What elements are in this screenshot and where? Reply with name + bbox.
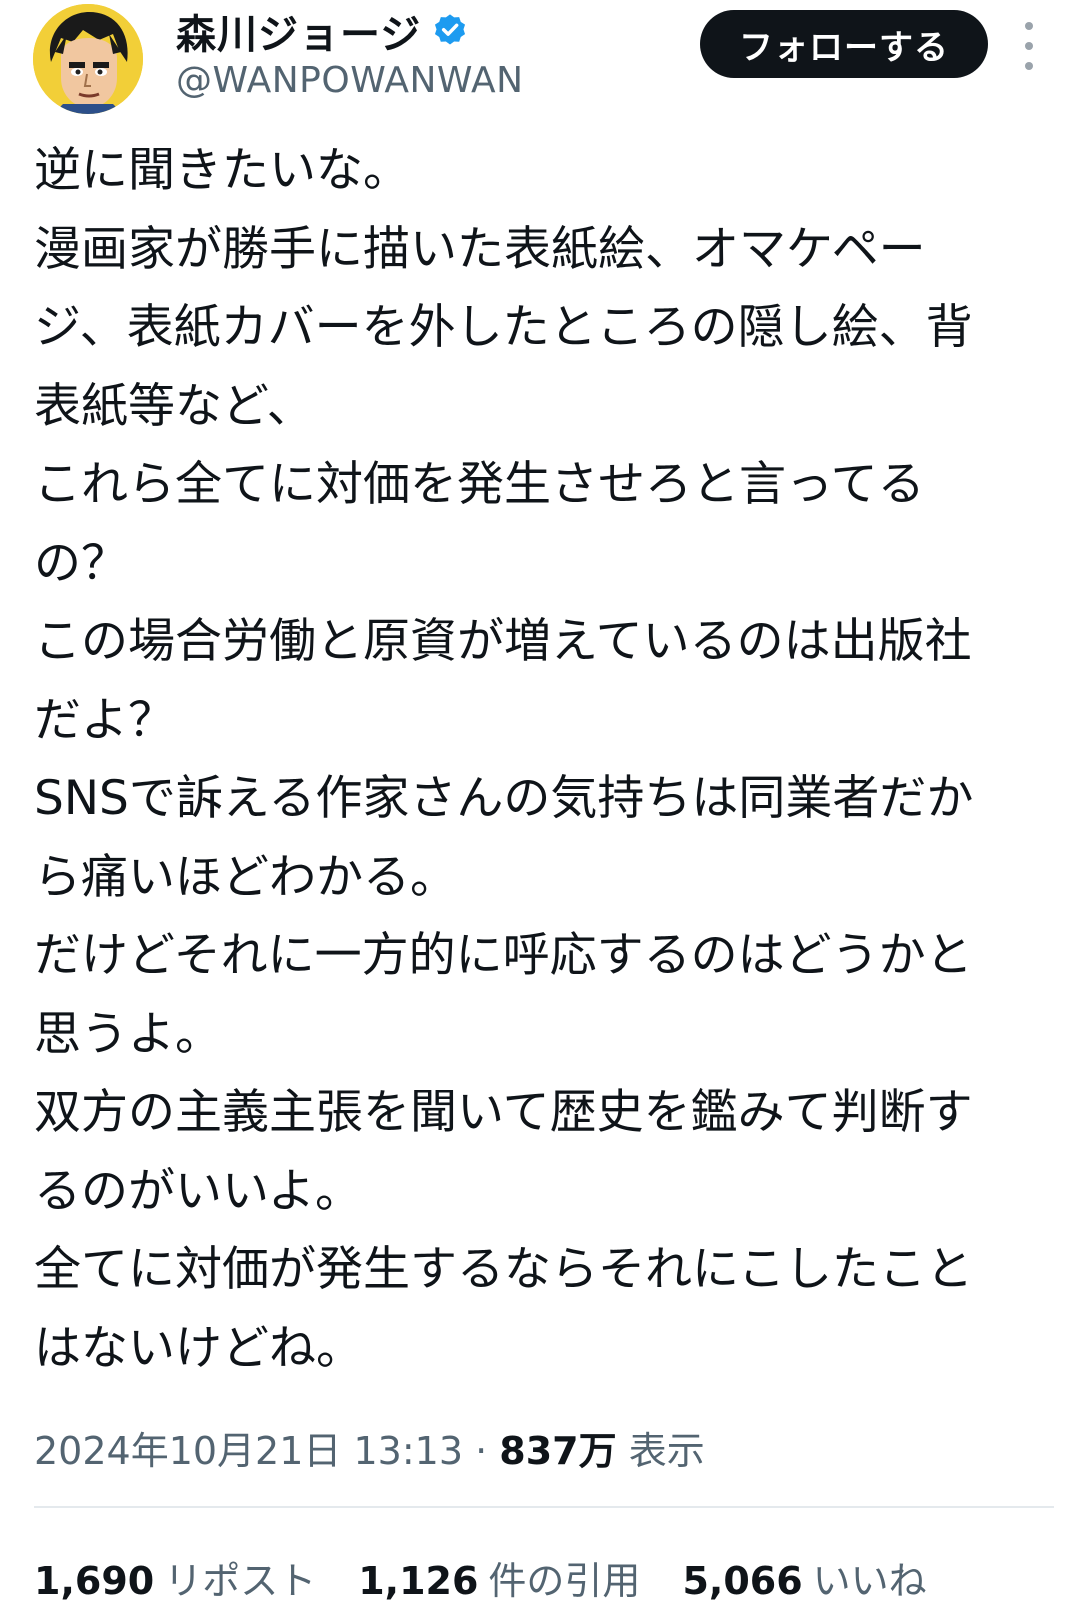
display-name-row: 森川ジョージ (176, 6, 524, 58)
user-info: 森川ジョージ @WANPOWANWAN (176, 6, 524, 101)
avatar[interactable] (33, 4, 143, 114)
tweet-line: 表紙等など、 (34, 378, 314, 434)
tweet-line: ら痛いほどわかる。 (34, 849, 457, 905)
more-dot (1025, 42, 1033, 50)
tweet-line: の？ (34, 535, 128, 591)
display-name[interactable]: 森川ジョージ (176, 2, 421, 60)
tweet-text: 逆に聞きたいな。 漫画家が勝手に描いた表紙絵、オマケペー ジ、表紙カバーを外した… (34, 132, 1044, 1388)
tweet-stats: 1,690 リポスト 1,126 件の引用 5,066 いいね (34, 1550, 969, 1605)
retweets-stat[interactable]: 1,690 リポスト (34, 1550, 316, 1605)
user-handle[interactable]: @WANPOWANWAN (176, 60, 524, 101)
tweet-timestamp[interactable]: 2024年10月21日 13:13 (34, 1429, 463, 1473)
quotes-label: 件の引用 (488, 1559, 641, 1603)
tweet-line: 全てに対価が発生するならそれにこしたこと (34, 1242, 974, 1297)
meta-separator: · (475, 1429, 488, 1473)
views-count[interactable]: 837万 (499, 1429, 616, 1473)
tweet-header: 森川ジョージ @WANPOWANWAN フォローする (0, 0, 1080, 120)
tweet-line: ジ、表紙カバーを外したところの隠し絵、背 (34, 300, 973, 355)
more-options-icon[interactable] (1018, 22, 1040, 70)
tweet-line: るのがいいよ。 (34, 1163, 363, 1219)
tweet-line: この場合労働と原資が増えているのは出版社 (34, 614, 972, 669)
more-dot (1025, 62, 1033, 70)
tweet-line: だけどそれに一方的に呼応するのはどうかと (34, 928, 973, 983)
quotes-stat[interactable]: 1,126 件の引用 (358, 1550, 640, 1605)
verified-badge-icon (435, 14, 466, 45)
tweet-line: だよ？ (34, 692, 175, 748)
likes-label: いいね (812, 1559, 927, 1603)
divider (34, 1506, 1054, 1508)
views-label: 表示 (628, 1429, 705, 1473)
likes-count: 5,066 (682, 1559, 803, 1603)
tweet-line: 双方の主義主張を聞いて歴史を鑑みて判断す (34, 1085, 973, 1140)
tweet-line: 逆に聞きたいな。 (34, 143, 410, 198)
tweet-line: 思うよ。 (34, 1006, 222, 1062)
tweet-line: はないけどね。 (34, 1320, 363, 1376)
tweet-meta: 2024年10月21日 13:13 · 837万 表示 (34, 1420, 705, 1475)
retweets-count: 1,690 (34, 1559, 155, 1603)
retweets-label: リポスト (164, 1559, 317, 1603)
follow-button[interactable]: フォローする (700, 10, 988, 78)
tweet-line: SNSで訴える作家さんの気持ちは同業者だか (34, 771, 974, 826)
quotes-count: 1,126 (358, 1559, 479, 1603)
more-dot (1025, 22, 1033, 30)
likes-stat[interactable]: 5,066 いいね (682, 1550, 926, 1605)
tweet-line: これら全てに対価を発生させろと言ってる (34, 457, 925, 512)
tweet-line: 漫画家が勝手に描いた表紙絵、オマケペー (34, 221, 926, 277)
